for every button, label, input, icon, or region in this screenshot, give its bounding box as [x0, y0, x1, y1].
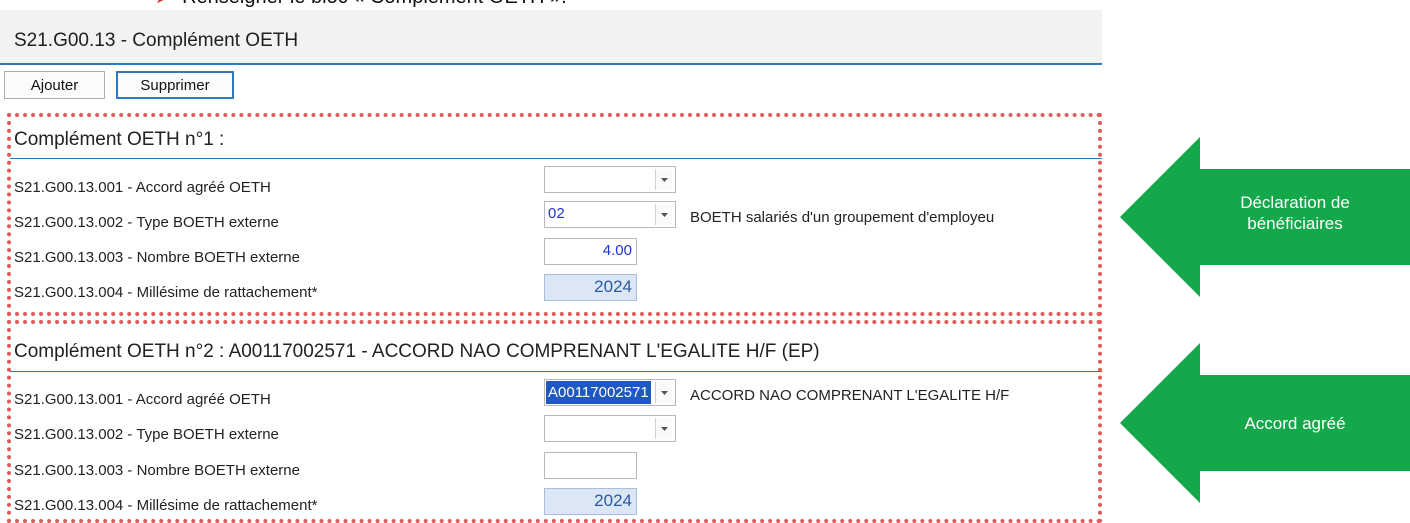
section-title: Complément OETH n°2 : A00117002571 - ACC…	[14, 341, 820, 362]
callout-line-1: Déclaration de	[1240, 193, 1350, 212]
select-value: 02	[548, 205, 565, 222]
millesime-field: 2024	[544, 488, 637, 515]
accord-agree-select[interactable]: A00117002571	[544, 379, 676, 406]
callout-beneficiaires-text: Déclaration de bénéficiaires	[1195, 192, 1395, 234]
label-type-boeth: S21.G00.13.002 - Type BOETH externe	[14, 426, 279, 443]
section-divider	[10, 158, 1102, 159]
delete-button[interactable]: Supprimer	[116, 71, 234, 99]
label-nombre-boeth: S21.G00.13.003 - Nombre BOETH externe	[14, 249, 300, 266]
label-nombre-boeth: S21.G00.13.003 - Nombre BOETH externe	[14, 462, 300, 479]
instruction-line: ➤ Renseigner le bloc « Complément OETH »…	[155, 0, 567, 8]
callout-line-2: bénéficiaires	[1247, 214, 1343, 233]
nombre-boeth-input[interactable]	[544, 452, 637, 479]
select-value: A00117002571	[546, 381, 651, 404]
chevron-down-icon[interactable]	[655, 418, 673, 439]
type-boeth-description: BOETH salariés d'un groupement d'employe…	[690, 209, 995, 226]
instruction-text: Renseigner le bloc « Complément OETH ».	[182, 0, 567, 9]
type-boeth-select[interactable]	[544, 415, 676, 442]
readonly-value: 2024	[594, 277, 632, 296]
readonly-value: 2024	[594, 491, 632, 510]
accord-description: ACCORD NAO COMPRENANT L'EGALITE H/F	[690, 387, 1010, 404]
label-accord-agree: S21.G00.13.001 - Accord agréé OETH	[14, 179, 271, 196]
input-value: 4.00	[602, 242, 632, 259]
section-title: Complément OETH n°1 :	[14, 129, 225, 150]
add-button[interactable]: Ajouter	[4, 71, 105, 99]
accord-agree-select[interactable]	[544, 166, 676, 193]
type-boeth-select[interactable]: 02	[544, 201, 676, 228]
chevron-down-icon[interactable]	[655, 382, 673, 403]
label-millesime: S21.G00.13.004 - Millésime de rattacheme…	[14, 497, 318, 514]
label-type-boeth: S21.G00.13.002 - Type BOETH externe	[14, 214, 279, 231]
millesime-field: 2024	[544, 274, 637, 301]
chevron-down-icon[interactable]	[655, 169, 673, 190]
label-accord-agree: S21.G00.13.001 - Accord agréé OETH	[14, 391, 271, 408]
arrow-bullet-icon: ➤	[155, 0, 170, 8]
window-title: S21.G00.13 - Complément OETH	[14, 30, 299, 51]
section-divider	[10, 371, 1102, 372]
chevron-down-icon[interactable]	[655, 204, 673, 225]
nombre-boeth-input[interactable]: 4.00	[544, 238, 637, 265]
label-millesime: S21.G00.13.004 - Millésime de rattacheme…	[14, 284, 318, 301]
callout-accord-text: Accord agréé	[1244, 414, 1346, 433]
